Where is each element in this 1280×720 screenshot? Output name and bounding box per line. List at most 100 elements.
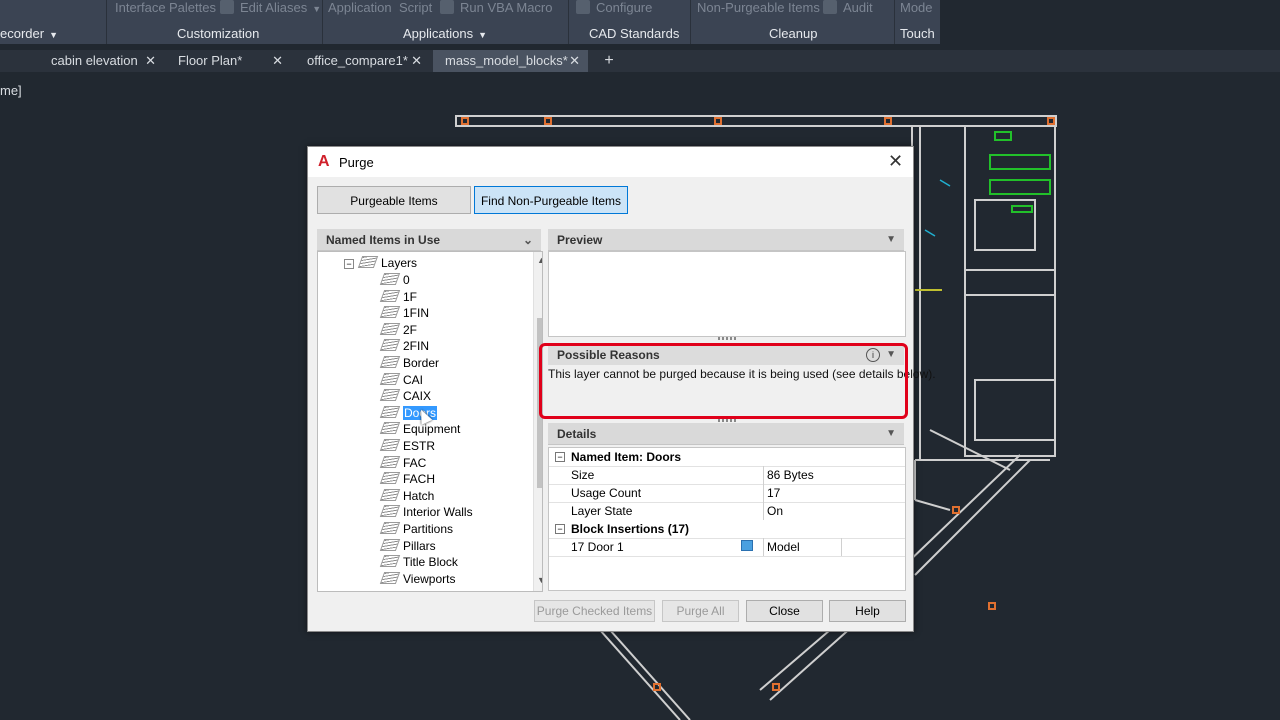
purge-checked-items-button[interactable]: Purge Checked Items <box>534 600 655 622</box>
layer-label: FAC <box>403 455 427 470</box>
layer-label: 1FIN <box>403 306 430 321</box>
named-items-header: Named Items in Use ⌄ <box>317 229 541 251</box>
details-row-layer-state: Layer State On <box>549 502 905 521</box>
block-insertions-title: Block Insertions (17) <box>571 522 690 536</box>
close-icon[interactable]: ✕ <box>888 151 903 172</box>
layer-item[interactable]: Interior Walls <box>379 504 473 520</box>
size-value: 86 Bytes <box>763 466 814 484</box>
size-label: Size <box>571 468 595 482</box>
layer-label: ESTR <box>403 439 436 453</box>
layer-icon <box>379 405 401 418</box>
insertion-name: 17 Door 1 <box>571 540 624 554</box>
layer-icon <box>379 455 401 468</box>
layer-label: 1F <box>403 289 418 304</box>
splitter-grip[interactable] <box>718 337 738 340</box>
tree-root-label: Layers <box>381 256 418 270</box>
layer-icon <box>379 522 401 534</box>
layer-icon <box>379 505 401 518</box>
dialog-title: Purge <box>339 155 374 170</box>
layer-label: CAIX <box>403 389 432 404</box>
layer-icon <box>379 422 401 435</box>
layer-label: 2FIN <box>403 339 430 354</box>
details-row-usage: Usage Count 17 <box>549 484 905 503</box>
purge-all-button[interactable]: Purge All <box>662 600 739 622</box>
layer-label: Pillars <box>403 538 436 553</box>
layer-item[interactable]: Partitions <box>379 521 454 537</box>
collapse-toggle-icon[interactable]: − <box>555 524 565 534</box>
details-group-block-insertions[interactable]: − Block Insertions (17) <box>549 520 905 539</box>
zoom-to-icon[interactable] <box>741 540 753 551</box>
layer-label: CAI <box>403 372 424 387</box>
layer-label: Hatch <box>403 488 435 503</box>
collapse-icon[interactable]: ▼ <box>886 229 896 251</box>
layer-label: Equipment <box>403 422 461 437</box>
close-button[interactable]: Close <box>746 600 823 622</box>
layer-label: 0 <box>403 273 410 287</box>
tree-scrollbar[interactable]: ▲ ▼ <box>533 252 542 591</box>
layer-item[interactable]: 1F <box>379 289 418 305</box>
preview-label: Preview <box>557 233 603 247</box>
details-grid: − Named Item: Doors Size 86 Bytes Usage … <box>548 447 906 591</box>
dialog-titlebar[interactable]: A Purge ✕ <box>308 147 913 177</box>
layer-icon <box>379 273 401 285</box>
layer-item[interactable]: ESTR <box>379 438 436 454</box>
find-non-purgeable-button[interactable]: Find Non-Purgeable Items <box>474 186 628 214</box>
layer-icon <box>379 306 401 319</box>
layer-icon <box>379 289 401 302</box>
layer-icon <box>379 339 401 352</box>
usage-count-label: Usage Count <box>571 486 642 500</box>
named-items-tree: − Layers 0 1F 1FIN 2F 2FIN Border CAI CAIX Doors E… <box>317 251 543 592</box>
tree-root-layers[interactable]: − Layers <box>344 255 417 271</box>
preview-area <box>548 251 906 337</box>
layers-icon <box>357 256 379 268</box>
layer-item[interactable]: FACH <box>379 471 435 487</box>
layer-icon <box>379 372 401 385</box>
layer-label: Viewports <box>403 571 456 586</box>
preview-header: Preview ▼ <box>548 229 904 251</box>
layer-state-value: On <box>763 502 783 520</box>
layer-state-label: Layer State <box>571 504 633 518</box>
layer-item[interactable]: CAIX <box>379 388 432 404</box>
details-row-insertion[interactable]: 17 Door 1 Model <box>549 538 905 557</box>
details-label: Details <box>557 427 597 441</box>
layer-label: Partitions <box>403 522 454 536</box>
layer-icon <box>379 322 401 335</box>
named-item-title: Named Item: Doors <box>571 450 682 464</box>
help-button[interactable]: Help <box>829 600 906 622</box>
scroll-up-icon[interactable]: ▲ <box>537 255 542 265</box>
layer-item[interactable]: 0 <box>379 272 410 288</box>
layer-item[interactable]: Border <box>379 355 439 371</box>
layer-item[interactable]: 1FIN <box>379 305 430 321</box>
collapse-toggle-icon[interactable]: − <box>555 452 565 462</box>
usage-count-value: 17 <box>763 484 780 502</box>
collapse-toggle-icon[interactable]: − <box>344 259 354 269</box>
insertion-space: Model <box>763 538 800 556</box>
layer-item[interactable]: 2F <box>379 322 418 338</box>
details-header: Details ▼ <box>548 423 904 445</box>
layer-icon <box>379 472 401 485</box>
layer-icon <box>379 389 401 402</box>
layer-item[interactable]: Viewports <box>379 571 456 587</box>
purgeable-items-button[interactable]: Purgeable Items <box>317 186 471 214</box>
collapse-double-chevron-icon[interactable]: ⌄ <box>523 229 533 251</box>
layer-icon <box>379 356 401 368</box>
collapse-icon[interactable]: ▼ <box>886 423 896 445</box>
layer-icon <box>379 439 401 451</box>
named-items-label: Named Items in Use <box>326 233 441 247</box>
layer-icon <box>379 571 401 584</box>
layer-item[interactable]: Hatch <box>379 488 435 504</box>
layer-label: 2F <box>403 322 418 337</box>
layer-item[interactable]: CAI <box>379 372 424 388</box>
autocad-logo-icon: A <box>318 153 330 170</box>
layer-label: Interior Walls <box>403 505 473 520</box>
layer-icon <box>379 488 401 501</box>
layer-icon <box>379 538 401 551</box>
layer-item[interactable]: 2FIN <box>379 338 430 354</box>
splitter-grip[interactable] <box>718 419 738 422</box>
details-group-named-item[interactable]: − Named Item: Doors <box>549 448 905 467</box>
layer-item[interactable]: FAC <box>379 455 427 471</box>
highlight-annotation <box>539 343 908 419</box>
layer-item[interactable]: Pillars <box>379 538 436 554</box>
scroll-down-icon[interactable]: ▼ <box>537 575 542 585</box>
layer-item[interactable]: Title Block <box>379 554 458 570</box>
